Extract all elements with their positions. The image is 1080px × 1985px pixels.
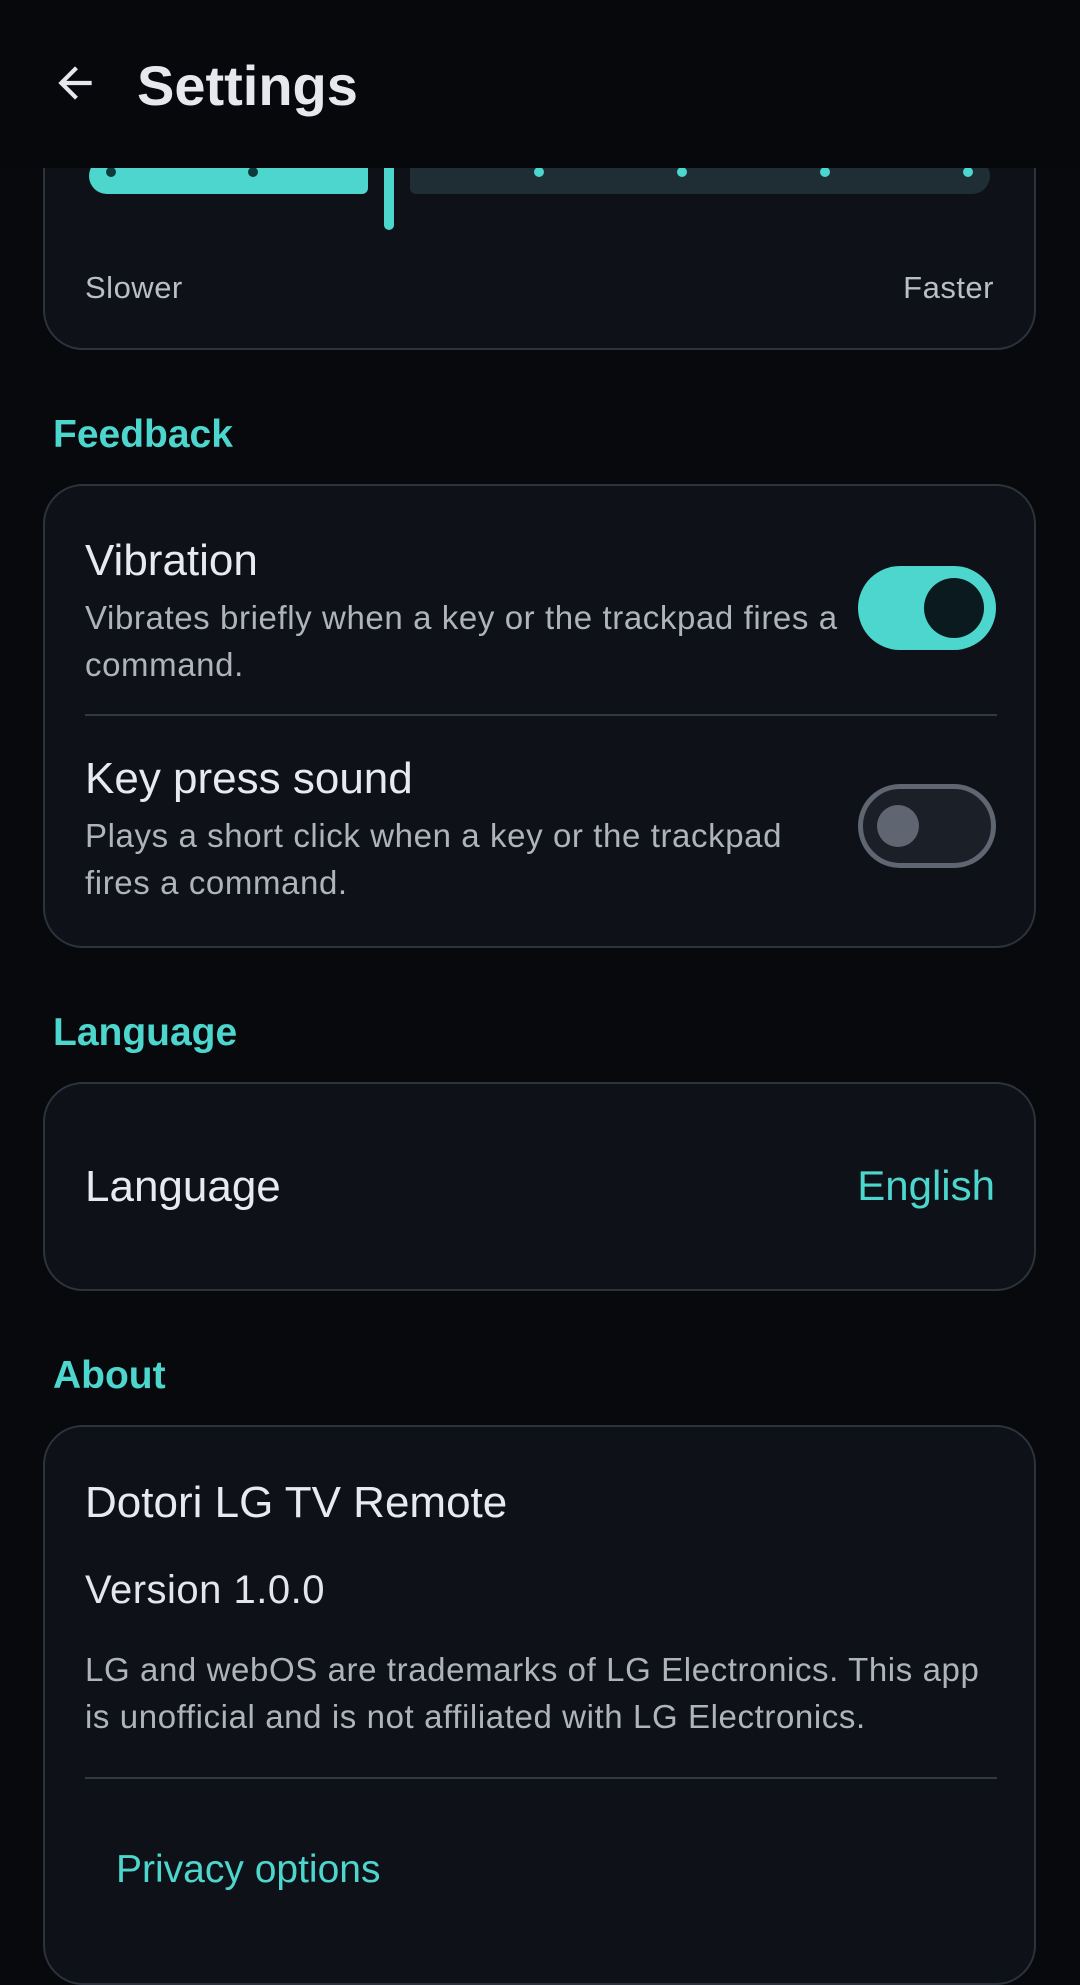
slider-min-label: Slower [85,270,183,305]
arrow-back-icon [50,58,100,113]
toggle-knob [924,578,984,638]
page-title: Settings [137,54,358,117]
vibration-description: Vibrates briefly when a key or the track… [85,599,838,683]
key-press-sound-description: Plays a short click when a key or the tr… [85,817,783,901]
slider-tick [106,167,116,177]
slider-tick [534,167,544,177]
language-label: Language [85,1162,281,1211]
slider-tick [248,167,258,177]
app-version: Version 1.0.0 [85,1568,325,1612]
toggle-knob [877,805,919,847]
section-title-language: Language [53,1011,238,1054]
section-title-feedback: Feedback [53,413,233,456]
privacy-options-link[interactable]: Privacy options [116,1848,380,1892]
section-title-about: About [53,1354,166,1397]
slider-tick [963,167,973,177]
legal-notice: LG and webOS are trademarks of LG Electr… [85,1651,980,1735]
vibration-toggle[interactable] [858,566,996,650]
vibration-title: Vibration [85,536,258,585]
top-app-bar: Settings [0,0,1080,168]
about-divider [85,1777,997,1779]
language-value[interactable]: English [857,1162,995,1210]
key-press-sound-title: Key press sound [85,754,413,803]
slider-tick [820,167,830,177]
app-name: Dotori LG TV Remote [85,1478,508,1527]
key-press-sound-toggle[interactable] [858,784,996,868]
slider-max-label: Faster [903,270,994,305]
row-divider [85,714,997,716]
slider-tick [677,167,687,177]
settings-scroll-content[interactable]: Slower Faster Feedback Vibration Vibrate… [0,0,1080,1985]
back-button[interactable] [40,50,110,120]
